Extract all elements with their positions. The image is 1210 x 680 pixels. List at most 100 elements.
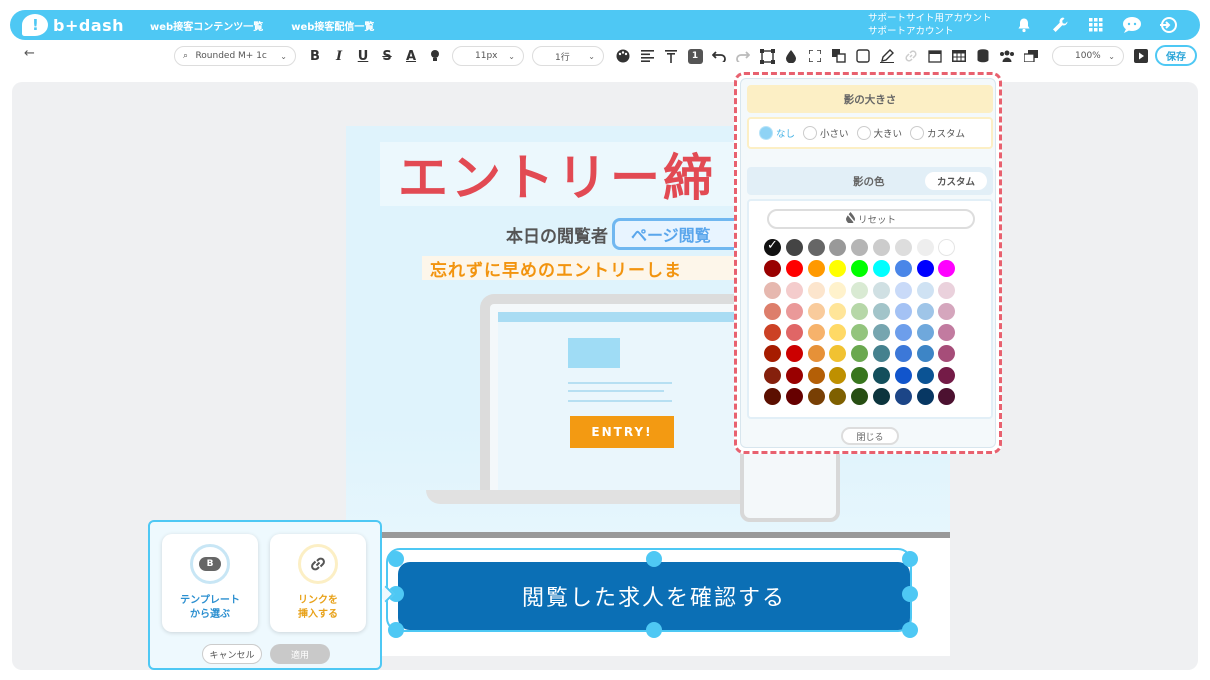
resize-handle-bottom-right[interactable] bbox=[902, 622, 918, 638]
brand-logo[interactable]: b+dash bbox=[22, 14, 124, 36]
viewer-line[interactable]: 本日の閲覧者 ページ閲覧 bbox=[506, 218, 752, 250]
account-info[interactable]: サポートサイト用アカウント サポートアカウント bbox=[868, 12, 992, 38]
reminder-text-box[interactable]: 忘れずに早めのエントリーしま bbox=[422, 256, 752, 280]
color-swatch[interactable] bbox=[894, 260, 912, 278]
color-swatch[interactable] bbox=[764, 388, 781, 406]
color-swatch[interactable] bbox=[938, 388, 956, 406]
color-swatch[interactable] bbox=[851, 281, 869, 299]
wrench-icon[interactable] bbox=[1050, 15, 1070, 35]
bell-icon[interactable] bbox=[1014, 15, 1034, 35]
color-swatch[interactable] bbox=[851, 302, 869, 320]
color-swatch[interactable] bbox=[938, 302, 956, 320]
underline-button[interactable]: U bbox=[354, 47, 372, 65]
color-swatch[interactable] bbox=[785, 260, 803, 278]
layer-order-icon[interactable] bbox=[830, 47, 848, 65]
save-button[interactable]: 保存 bbox=[1155, 45, 1197, 66]
color-swatch[interactable] bbox=[764, 366, 781, 384]
color-swatch[interactable] bbox=[938, 345, 956, 363]
resize-handle-bottom-left[interactable] bbox=[388, 622, 404, 638]
line-height-select[interactable]: 1行 ⌄ bbox=[532, 46, 604, 66]
color-swatch[interactable] bbox=[851, 345, 869, 363]
color-swatch[interactable] bbox=[829, 345, 847, 363]
color-swatch[interactable] bbox=[785, 388, 803, 406]
color-swatch[interactable] bbox=[916, 302, 934, 320]
color-swatch[interactable] bbox=[894, 345, 912, 363]
color-swatch[interactable] bbox=[916, 324, 934, 342]
color-swatch[interactable] bbox=[764, 345, 781, 363]
color-swatch[interactable] bbox=[807, 260, 825, 278]
color-swatch[interactable] bbox=[829, 366, 847, 384]
preview-play-icon[interactable] bbox=[1132, 47, 1150, 65]
color-swatch[interactable] bbox=[872, 388, 890, 406]
italic-button[interactable]: I bbox=[330, 47, 348, 65]
template-select-card[interactable]: B テンプレート から選ぶ bbox=[162, 534, 258, 632]
color-swatch[interactable] bbox=[872, 324, 890, 342]
lightbulb-icon[interactable] bbox=[426, 47, 444, 65]
vertical-align-top-icon[interactable] bbox=[662, 47, 680, 65]
color-swatch[interactable] bbox=[807, 366, 825, 384]
color-swatch[interactable] bbox=[851, 366, 869, 384]
color-swatch[interactable] bbox=[938, 239, 956, 256]
color-swatch[interactable] bbox=[807, 281, 825, 299]
color-swatch[interactable] bbox=[938, 260, 956, 278]
bold-button[interactable]: B bbox=[306, 47, 324, 65]
color-swatch[interactable] bbox=[764, 302, 781, 320]
pen-icon[interactable] bbox=[878, 47, 896, 65]
reset-button[interactable]: リセット bbox=[767, 209, 975, 229]
color-swatch[interactable] bbox=[829, 388, 847, 406]
color-swatch[interactable] bbox=[851, 260, 869, 278]
shadow-size-custom-radio[interactable]: カスタム bbox=[910, 126, 965, 140]
color-swatch[interactable] bbox=[916, 281, 934, 299]
color-swatch[interactable] bbox=[764, 238, 781, 256]
shadow-size-large-radio[interactable]: 大きい bbox=[856, 126, 902, 140]
color-swatch[interactable] bbox=[894, 324, 912, 342]
color-swatch[interactable] bbox=[807, 388, 825, 406]
strikethrough-button[interactable]: S bbox=[378, 47, 396, 65]
color-swatch[interactable] bbox=[938, 281, 956, 299]
windows-icon[interactable] bbox=[1022, 47, 1040, 65]
custom-color-tab[interactable]: カスタム bbox=[925, 172, 987, 190]
color-swatch[interactable] bbox=[764, 281, 781, 299]
color-swatch[interactable] bbox=[829, 260, 847, 278]
color-swatch[interactable] bbox=[851, 388, 869, 406]
font-size-select[interactable]: 11px ⌄ bbox=[452, 46, 524, 66]
nav-web-delivery-list[interactable]: web接客配信一覧 bbox=[291, 18, 374, 33]
drop-icon[interactable] bbox=[782, 47, 800, 65]
color-swatch[interactable] bbox=[807, 345, 825, 363]
resize-handle-bottom[interactable] bbox=[646, 622, 662, 638]
table-icon[interactable] bbox=[950, 47, 968, 65]
text-frame-icon[interactable] bbox=[758, 47, 776, 65]
color-swatch[interactable] bbox=[785, 345, 803, 363]
color-swatch[interactable] bbox=[894, 281, 912, 299]
cta-button[interactable]: 閲覧した求人を確認する bbox=[398, 562, 910, 630]
resize-handle-top-left[interactable] bbox=[388, 551, 404, 567]
zoom-select[interactable]: 100% ⌄ bbox=[1052, 46, 1124, 66]
color-swatch[interactable] bbox=[872, 281, 890, 299]
color-swatch[interactable] bbox=[764, 324, 781, 342]
close-button[interactable]: 閉じる bbox=[841, 427, 899, 445]
color-swatch[interactable] bbox=[894, 366, 912, 384]
color-swatch[interactable] bbox=[894, 302, 912, 320]
text-color-button[interactable]: A bbox=[402, 47, 420, 65]
color-swatch[interactable] bbox=[894, 239, 912, 256]
color-swatch[interactable] bbox=[872, 366, 890, 384]
color-swatch[interactable] bbox=[938, 366, 956, 384]
color-swatch[interactable] bbox=[851, 239, 869, 256]
color-swatch[interactable] bbox=[807, 239, 825, 256]
color-swatch[interactable] bbox=[916, 345, 934, 363]
undo-icon[interactable] bbox=[710, 47, 728, 65]
color-swatch[interactable] bbox=[851, 324, 869, 342]
apply-button[interactable]: 適用 bbox=[270, 644, 330, 664]
number-badge[interactable]: 1 bbox=[686, 47, 704, 65]
color-swatch[interactable] bbox=[872, 260, 890, 278]
color-swatch[interactable] bbox=[785, 324, 803, 342]
color-swatch[interactable] bbox=[829, 281, 847, 299]
color-swatch[interactable] bbox=[785, 239, 803, 256]
cancel-button[interactable]: キャンセル bbox=[202, 644, 262, 664]
color-swatch[interactable] bbox=[829, 324, 847, 342]
color-swatch[interactable] bbox=[785, 302, 803, 320]
shadow-size-small-radio[interactable]: 小さい bbox=[803, 126, 849, 140]
expand-icon[interactable] bbox=[806, 47, 824, 65]
color-swatch[interactable] bbox=[872, 345, 890, 363]
back-arrow-icon[interactable]: ← bbox=[24, 46, 35, 61]
